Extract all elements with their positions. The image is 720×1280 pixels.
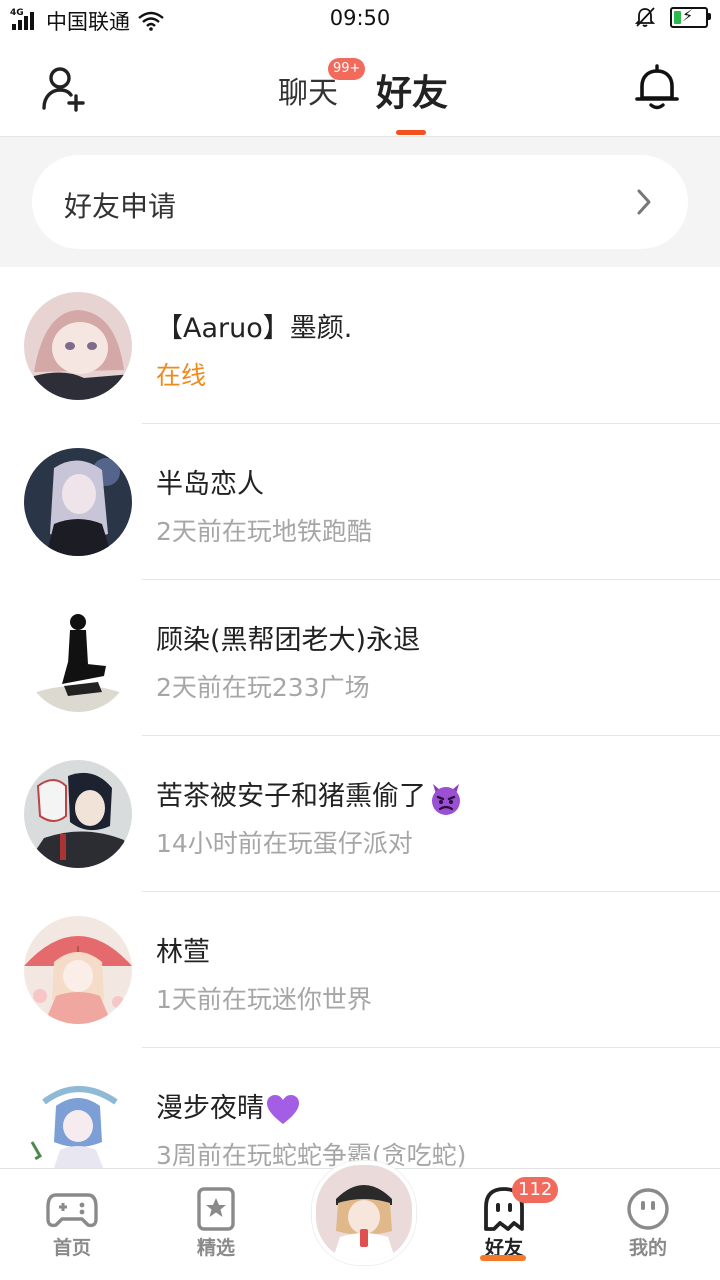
- friend-avatar[interactable]: [24, 604, 132, 712]
- friend-name-text: 苦茶被安子和猪熏偷了: [156, 781, 426, 812]
- friend-avatar[interactable]: [24, 916, 132, 1024]
- friend-avatar[interactable]: [24, 292, 132, 400]
- active-tab-indicator: [396, 130, 426, 135]
- friend-list-item[interactable]: 顾染(黑帮团老大)永退 2天前在玩233广场: [0, 580, 720, 736]
- tab-friends[interactable]: 好友: [376, 64, 448, 116]
- top-header: 聊天 99+ 好友: [0, 40, 720, 137]
- friend-request-section: 好友申请: [0, 137, 720, 267]
- status-right: ⚡: [634, 5, 711, 28]
- friends-unread-badge: 112: [512, 1177, 559, 1203]
- friend-name-text: 漫步夜晴: [156, 1093, 264, 1124]
- friend-name: 【Aaruo】墨颜.: [156, 313, 353, 344]
- friend-list: 【Aaruo】墨颜. 在线 半岛恋人 2天前在玩地铁跑酷 顾染(黑帮团老大)永退…: [0, 268, 720, 1204]
- friend-status: 在线: [156, 361, 207, 390]
- friend-request-label: 好友申请: [64, 190, 177, 223]
- friend-status: 1天前在玩迷你世界: [156, 985, 372, 1014]
- battery-fill: [674, 10, 682, 24]
- friend-list-item[interactable]: 苦茶被安子和猪熏偷了 14小时前在玩蛋仔派对: [0, 736, 720, 892]
- nav-label-featured: 精选: [196, 1237, 235, 1259]
- battery-charging-icon: ⚡: [670, 5, 711, 28]
- friend-list-item[interactable]: 【Aaruo】墨颜. 在线: [0, 268, 720, 424]
- friend-status: 3周前在玩蛇蛇争霸(贪吃蛇): [156, 1141, 467, 1170]
- friend-list-item[interactable]: 林萱 1天前在玩迷你世界: [0, 892, 720, 1048]
- friend-status: 2天前在玩233广场: [156, 673, 370, 702]
- chat-unread-badge: 99+: [328, 58, 366, 80]
- profile-avatar-center[interactable]: [312, 1161, 416, 1265]
- add-friend-icon[interactable]: [40, 64, 88, 112]
- smiley-face-icon: [627, 1188, 669, 1230]
- star-bookmark-icon: [197, 1187, 235, 1231]
- friend-name: 林萱: [156, 937, 210, 968]
- nav-item-featured[interactable]: 精选: [144, 1169, 288, 1280]
- nav-item-me[interactable]: 我的: [576, 1169, 720, 1280]
- bell-muted-icon: [634, 7, 656, 27]
- nav-item-home[interactable]: 首页: [0, 1169, 144, 1280]
- clock: 09:50: [329, 6, 391, 30]
- bottom-navigation: 首页 精选 好友 112 我的: [0, 1161, 720, 1280]
- nav-label-home: 首页: [52, 1237, 91, 1259]
- gamepad-icon: [46, 1193, 98, 1228]
- chevron-right-icon: [637, 189, 651, 215]
- friend-name: 半岛恋人: [156, 469, 264, 500]
- friend-avatar[interactable]: [24, 448, 132, 556]
- bell-icon[interactable]: [634, 64, 680, 112]
- friends-screen: 4G 中国联通 09:50 ⚡ 聊天 99+ 好友 好友申请 【Aaruo】墨颜…: [0, 0, 720, 1280]
- active-nav-indicator: [480, 1255, 526, 1261]
- purple-heart-emoji: [267, 1094, 299, 1124]
- charging-bolt-icon: ⚡: [682, 5, 694, 25]
- friend-status: 14小时前在玩蛋仔派对: [156, 829, 413, 858]
- friend-name: 顾染(黑帮团老大)永退: [156, 625, 421, 656]
- friend-list-item[interactable]: 半岛恋人 2天前在玩地铁跑酷: [0, 424, 720, 580]
- angry-devil-emoji: [432, 783, 460, 815]
- friend-name: 漫步夜晴: [156, 1086, 300, 1126]
- friend-request-button[interactable]: 好友申请: [32, 155, 688, 249]
- friend-status: 2天前在玩地铁跑酷: [156, 517, 372, 546]
- nav-label-me: 我的: [628, 1237, 667, 1259]
- friend-avatar[interactable]: [24, 1072, 132, 1180]
- friend-name: 苦茶被安子和猪熏偷了: [156, 774, 464, 816]
- status-bar: 4G 中国联通 09:50 ⚡: [0, 0, 720, 40]
- friend-avatar[interactable]: [24, 760, 132, 868]
